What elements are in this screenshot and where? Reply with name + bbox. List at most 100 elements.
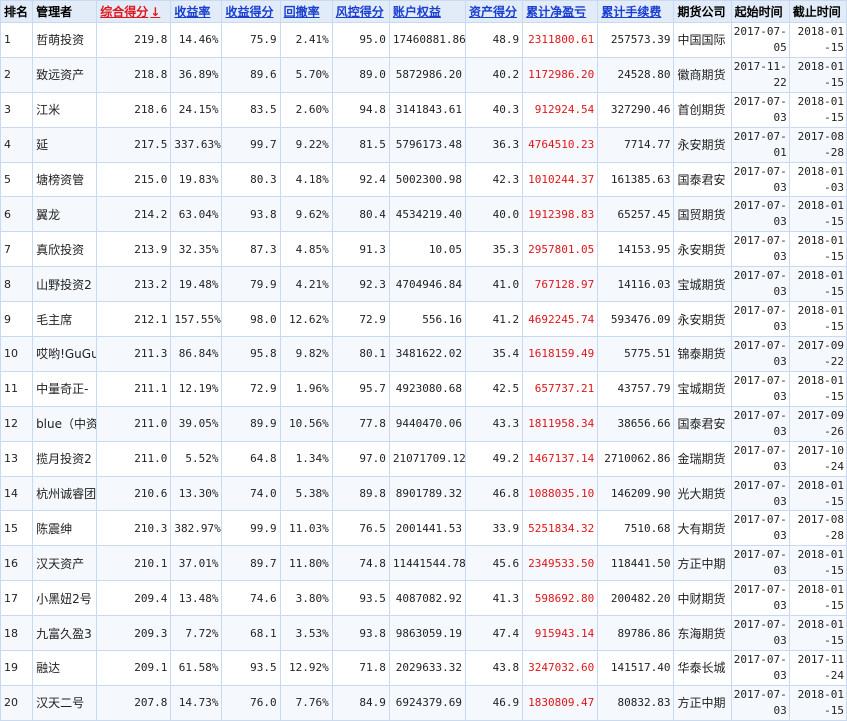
start-date: 2017-07-03 <box>730 161 790 198</box>
cumulative-fee: 141517.40 <box>597 650 675 686</box>
rank-cell: 4 <box>0 126 34 163</box>
account-equity: 4704946.84 <box>388 266 467 303</box>
account-equity: 21071709.12 <box>388 440 467 477</box>
futures-company: 中国国际 <box>673 22 732 58</box>
return-rate: 61.58% <box>170 650 223 686</box>
return-score: 68.1 <box>221 615 281 652</box>
rank-cell: 15 <box>0 510 34 547</box>
composite-score: 211.0 <box>96 440 172 477</box>
start-date: 2017-07-03 <box>730 545 790 582</box>
risk-score: 72.9 <box>331 301 390 338</box>
composite-score: 210.1 <box>96 545 172 582</box>
composite-score: 209.3 <box>96 615 172 652</box>
account-equity: 2001441.53 <box>388 510 467 547</box>
drawdown-rate: 3.80% <box>279 580 333 617</box>
sort-equity[interactable]: 账户权益 <box>388 0 467 23</box>
asset-score: 42.3 <box>465 161 524 198</box>
cumulative-profit: 1811958.34 <box>522 405 599 442</box>
cumulative-profit: 4764510.23 <box>522 126 599 163</box>
drawdown-rate: 12.62% <box>279 301 333 338</box>
cumulative-fee: 257573.39 <box>597 22 675 58</box>
drawdown-rate: 5.70% <box>279 56 333 93</box>
start-date: 2017-07-03 <box>730 440 790 477</box>
drawdown-rate: 9.22% <box>279 126 333 163</box>
cumulative-fee: 146209.90 <box>597 475 675 512</box>
cumulative-profit: 657737.21 <box>522 370 599 407</box>
cumulative-fee: 593476.09 <box>597 301 675 338</box>
end-date: 2017-11-24 <box>788 650 847 686</box>
drawdown-rate: 9.82% <box>279 336 333 372</box>
cumulative-fee: 200482.20 <box>597 580 675 617</box>
composite-score: 212.1 <box>96 301 172 338</box>
end-date: 2018-01-03 <box>788 161 847 198</box>
table-row: 19 融达 209.1 61.58% 93.5 12.92% 71.8 2029633.32 4… <box>0 650 847 686</box>
header-futures-company: 期货公司 <box>673 0 732 23</box>
sort-cum-profit[interactable]: 累计净盈亏 <box>522 0 599 23</box>
manager-name: blue（中资 <box>32 405 98 442</box>
drawdown-rate: 7.76% <box>279 684 333 721</box>
start-date: 2017-07-03 <box>730 370 790 407</box>
manager-name: 江米 <box>32 91 98 128</box>
return-rate: 36.89% <box>170 56 223 93</box>
rank-cell: 16 <box>0 545 34 582</box>
composite-score: 209.4 <box>96 580 172 617</box>
sort-asset-score[interactable]: 资产得分 <box>465 0 524 23</box>
manager-name: 杭州诚睿团 <box>32 475 98 512</box>
rank-cell: 10 <box>0 336 34 372</box>
rank-cell: 18 <box>0 615 34 652</box>
risk-score: 84.9 <box>331 684 390 721</box>
start-date: 2017-07-01 <box>730 126 790 163</box>
futures-company: 宝城期货 <box>673 266 732 303</box>
asset-score: 40.2 <box>465 56 524 93</box>
table-row: 10 哎哟!GuGu 211.3 86.84% 95.8 9.82% 80.1 3481622… <box>0 336 847 372</box>
cumulative-fee: 24528.80 <box>597 56 675 93</box>
account-equity: 4923080.68 <box>388 370 467 407</box>
cumulative-fee: 118441.50 <box>597 545 675 582</box>
account-equity: 556.16 <box>388 301 467 338</box>
return-rate: 19.48% <box>170 266 223 303</box>
drawdown-rate: 2.60% <box>279 91 333 128</box>
rank-cell: 20 <box>0 684 34 721</box>
sort-return-score[interactable]: 收益得分 <box>221 0 281 23</box>
return-rate: 86.84% <box>170 336 223 372</box>
table-row: 7 真欣投资 213.9 32.35% 87.3 4.85% 91.3 10.05 35.3 29… <box>0 231 847 268</box>
risk-score: 81.5 <box>331 126 390 163</box>
drawdown-rate: 12.92% <box>279 650 333 686</box>
cumulative-profit: 5251834.32 <box>522 510 599 547</box>
drawdown-rate: 11.80% <box>279 545 333 582</box>
risk-score: 89.8 <box>331 475 390 512</box>
futures-company: 国贸期货 <box>673 196 732 233</box>
account-equity: 11441544.78 <box>388 545 467 582</box>
asset-score: 43.8 <box>465 650 524 686</box>
end-date: 2018-01-15 <box>788 301 847 338</box>
manager-name: 小黑妞2号 <box>32 580 98 617</box>
cumulative-profit: 4692245.74 <box>522 301 599 338</box>
composite-score: 210.3 <box>96 510 172 547</box>
sort-risk-score[interactable]: 风控得分 <box>331 0 390 23</box>
asset-score: 48.9 <box>465 22 524 58</box>
composite-score: 214.2 <box>96 196 172 233</box>
sort-composite-score[interactable]: 综合得分 ↓ <box>96 0 172 23</box>
futures-company: 东海期货 <box>673 615 732 652</box>
table-row: 4 延 217.5 337.63% 99.7 9.22% 81.5 5796173.48 36.… <box>0 126 847 163</box>
sort-return-rate[interactable]: 收益率 <box>170 0 223 23</box>
start-date: 2017-07-03 <box>730 405 790 442</box>
cumulative-profit: 1010244.37 <box>522 161 599 198</box>
start-date: 2017-07-03 <box>730 336 790 372</box>
sort-cum-fee[interactable]: 累计手续费 <box>597 0 675 23</box>
account-equity: 2029633.32 <box>388 650 467 686</box>
end-date: 2018-01-15 <box>788 56 847 93</box>
cumulative-fee: 80832.83 <box>597 684 675 721</box>
header-composite-label: 综合得分 <box>100 5 149 19</box>
cumulative-profit: 598692.80 <box>522 580 599 617</box>
risk-score: 92.3 <box>331 266 390 303</box>
return-score: 79.9 <box>221 266 281 303</box>
end-date: 2017-08-28 <box>788 126 847 163</box>
asset-score: 47.4 <box>465 615 524 652</box>
risk-score: 80.4 <box>331 196 390 233</box>
risk-score: 92.4 <box>331 161 390 198</box>
rank-cell: 13 <box>0 440 34 477</box>
asset-score: 43.3 <box>465 405 524 442</box>
return-score: 93.8 <box>221 196 281 233</box>
sort-drawdown[interactable]: 回撤率 <box>279 0 333 23</box>
